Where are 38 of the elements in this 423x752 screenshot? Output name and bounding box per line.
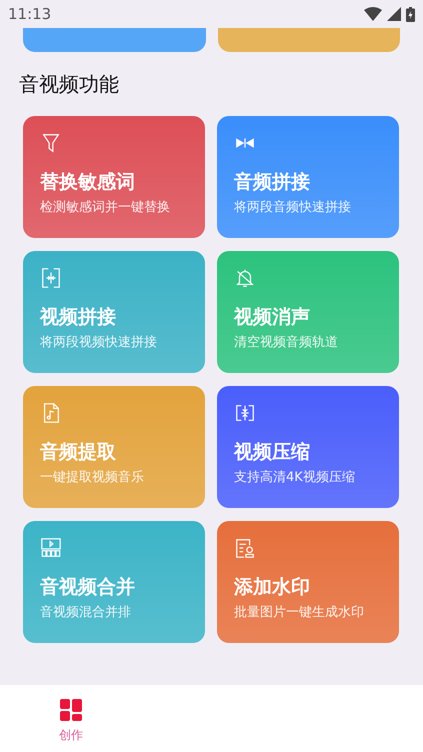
- feature-card[interactable]: 音频拼接 将两段音频快速拼接: [217, 116, 399, 238]
- battery-icon: [406, 6, 415, 22]
- join-icon: [40, 267, 62, 289]
- compress-icon: [234, 402, 256, 424]
- bell-off-icon: [234, 267, 256, 289]
- filter-icon: [40, 132, 62, 154]
- grid-icon: [60, 699, 82, 721]
- feature-title: 音视频合并: [40, 575, 136, 599]
- feature-subtitle: 清空视频音频轨道: [234, 334, 339, 352]
- document-user-icon: [234, 537, 256, 559]
- feature-card[interactable]: 音频提取 一键提取视频音乐: [23, 386, 205, 508]
- feature-card[interactable]: 添加水印 批量图片一键生成水印: [217, 521, 399, 643]
- feature-card[interactable]: 音视频合并 音视频混合并排: [23, 521, 205, 643]
- feature-card[interactable]: [23, 28, 206, 52]
- feature-title: 视频消声: [234, 305, 311, 329]
- feature-card[interactable]: 视频拼接 将两段视频快速拼接: [23, 251, 205, 373]
- feature-subtitle: 批量图片一键生成水印: [234, 604, 365, 622]
- feature-subtitle: 音视频混合并排: [40, 604, 132, 622]
- feature-title: 音频拼接: [234, 170, 311, 194]
- signal-icon: [387, 7, 401, 21]
- feature-subtitle: 一键提取视频音乐: [40, 469, 145, 487]
- feature-title: 添加水印: [234, 575, 311, 599]
- section-title: 音视频功能: [19, 72, 120, 96]
- feature-card[interactable]: 视频消声 清空视频音频轨道: [217, 251, 399, 373]
- feature-subtitle: 支持高清4K视频压缩: [234, 469, 356, 487]
- feature-subtitle: 将两段视频快速拼接: [40, 334, 158, 352]
- feature-subtitle: 将两段音频快速拼接: [234, 199, 352, 217]
- feature-title: 替换敏感词: [40, 170, 136, 194]
- feature-title: 视频压缩: [234, 440, 311, 464]
- status-time: 11:13: [8, 5, 52, 23]
- feature-card[interactable]: [218, 28, 400, 52]
- feature-title: 视频拼接: [40, 305, 117, 329]
- wifi-icon: [364, 7, 382, 21]
- video-grid-icon: [40, 537, 62, 559]
- feature-card[interactable]: 视频压缩 支持高清4K视频压缩: [217, 386, 399, 508]
- feature-subtitle: 检测敏感词并一键替换: [40, 199, 171, 217]
- feature-title: 音频提取: [40, 440, 117, 464]
- feature-card[interactable]: 替换敏感词 检测敏感词并一键替换: [23, 116, 205, 238]
